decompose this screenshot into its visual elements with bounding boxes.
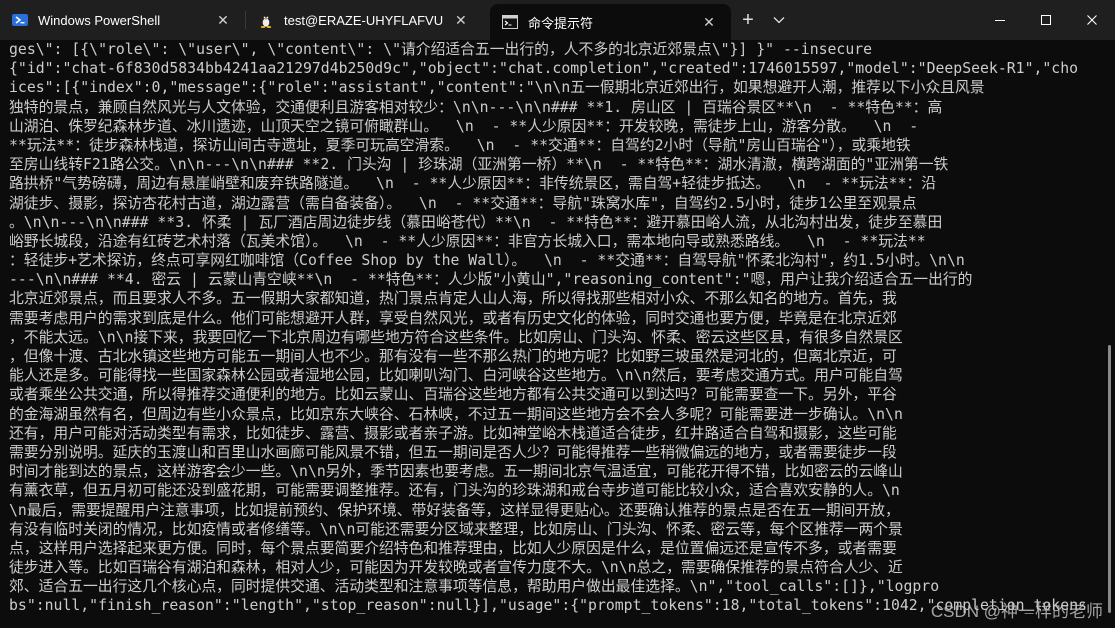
- terminal-line: 的金海湖虽然有名，但周边有些小众景点，比如京东大峡谷、石林峡，不过五一期间这些地…: [9, 405, 903, 423]
- terminal-line: {"id":"chat-6f830d5834bb4241aa21297d4b25…: [9, 60, 1079, 78]
- terminal-line: 徒步进入等。比如百瑞谷有湖泊和森林，相对人少，可能因为开发较晚或者宣传力度不大。…: [9, 559, 903, 577]
- terminal-line: 或者乘坐公共交通，所以得推荐交通便利的地方。比如云蒙山、百瑞谷这些地方都有公共交…: [9, 386, 897, 404]
- minimize-icon: [995, 20, 1005, 21]
- tab-linux-shell[interactable]: test@ERAZE-UHYFLAFVU: ~ ✕: [246, 0, 482, 40]
- close-icon[interactable]: ✕: [452, 10, 470, 30]
- close-icon: [1087, 15, 1097, 25]
- terminal-line: 需要分别说明。延庆的玉渡山和百里山水画廊可能风景不错，但五一期间是否人少？可能得…: [9, 443, 897, 461]
- terminal-line: 郊、适合五一出行这几个核心点，同时提供交通、活动类型和注意事项等信息，帮助用户做…: [9, 578, 940, 596]
- terminal-line: 路拱桥"气势磅礴，周边有悬崖峭壁和废弃铁路隧道。 \n - **人少原因**：非…: [9, 175, 937, 193]
- terminal-line: 独特的景点，兼顾自然风光与人文体验，交通便利且游客相对较少：\n\n---\n\…: [9, 98, 943, 116]
- terminal-line: 有没有临时关闭的情况，比如疫情或者修缮等。\n\n可能还需要分区域来整理，比如房…: [9, 520, 903, 538]
- terminal-line: 北京近郊景点，而且要求人不多。五一假期大家都知道，热门景点肯定人山人海，所以得找…: [9, 290, 897, 308]
- tab-command-prompt[interactable]: 命令提示符 ✕: [490, 4, 731, 40]
- powershell-icon: [12, 12, 28, 28]
- scrollbar-thumb[interactable]: [1108, 345, 1111, 613]
- close-icon[interactable]: ✕: [699, 12, 719, 32]
- terminal-line: 时间才能到达的景点，这样游客会少一些。\n\n另外，季节因素也要考虑。五一期间北…: [9, 463, 903, 481]
- maximize-icon: [1041, 15, 1051, 25]
- close-icon[interactable]: ✕: [213, 10, 233, 30]
- terminal-line: 需要考虑用户的需求到底是什么。他们可能想避开人群，享受自然风光，或者有历史文化的…: [9, 309, 897, 327]
- close-window-button[interactable]: [1069, 0, 1115, 40]
- tab-label: 命令提示符: [528, 15, 594, 31]
- tab-label: Windows PowerShell: [38, 12, 161, 28]
- terminal-line: ，但像十渡、古北水镇这些地方可能五一期间人也不少。那有没有一些不那么热门的地方呢…: [9, 348, 897, 365]
- terminal-output[interactable]: ges\": [{\"role\": \"user\", \"content\"…: [0, 40, 1104, 628]
- watermark: CSDN @神一样的老师: [930, 602, 1103, 621]
- linux-tux-icon: [258, 12, 274, 28]
- terminal-line: 山湖泊、侏罗纪森林步道、冰川遗迹，山顶天空之镜可俯瞰群山。 \n - **人少原…: [9, 117, 919, 135]
- terminal-line: ，不能太远。\n\n接下来，我要回忆一下北京周边有哪些地方符合这些条件。比如房山…: [9, 328, 903, 346]
- terminal-line: 至房山线转F21路公交。\n\n---\n\n### **2. 门头沟 | 珍珠…: [9, 156, 949, 174]
- chevron-down-icon: [773, 17, 785, 24]
- terminal-line: 能人还是多。可能得找一些国家森林公园或者湿地公园，比如喇叭沟门、白河峡谷这些地方…: [9, 367, 903, 385]
- terminal-line: **玩法**：徒步森林栈道，探访山间古寺遗址，夏季可玩高空滑索。 \n - **…: [9, 136, 911, 154]
- tab-windows-powershell[interactable]: Windows PowerShell ✕: [0, 0, 245, 40]
- terminal-line: 峪野长城段，沿途有红砖艺术村落（瓦美术馆）。 \n - **人少原因**：非官方…: [9, 232, 926, 250]
- terminal-line: ges\": [{\"role\": \"user\", \"content\"…: [9, 41, 873, 58]
- terminal-line: 点，这样用户选择起来更方便。同时，每个景点要简要介绍特色和推荐理由，比如人少原因…: [9, 539, 897, 557]
- tab-label: test@ERAZE-UHYFLAFVU: ~: [284, 12, 444, 28]
- terminal-line: 还有，用户可能对活动类型有需求，比如徒步、露营、摄影或者亲子游。比如神堂峪木栈道…: [9, 424, 897, 442]
- cmd-icon: [502, 14, 518, 30]
- terminal-line: ：轻徒步+艺术探访，终点可享网红咖啡馆（Coffee Shop by the W…: [9, 252, 965, 270]
- terminal-line: ices":[{"index":0,"message":{"role":"ass…: [9, 79, 985, 97]
- terminal-line: \n最后，需要提醒用户注意事项，比如提前预约、保护环境、带好装备等，这样显得更贴…: [9, 501, 900, 519]
- maximize-button[interactable]: [1023, 0, 1069, 40]
- window-controls: [977, 0, 1115, 40]
- minimize-button[interactable]: [977, 0, 1023, 40]
- terminal-line: ---\n\n### **4. 密云 | 云蒙山青空峡**\n - **特色**…: [9, 271, 973, 289]
- terminal-line: 。\n\n---\n\n### **3. 怀柔 | 瓦厂酒店周边徒步线（慕田峪苍…: [9, 213, 943, 231]
- tab-dropdown-button[interactable]: [765, 0, 793, 40]
- terminal-line: 有薰衣草，但五月初可能还没到盛花期，可能需要调整推荐。还有，门头沟的珍珠湖和戒台…: [9, 482, 900, 500]
- title-bar: Windows PowerShell ✕ test@ERAZE-UHYFLAFV…: [0, 0, 1115, 40]
- new-tab-button[interactable]: +: [731, 0, 765, 40]
- terminal-line: 湖徒步、摄影，探访杏花村古道，湖边露营（需自备装备）。 \n - **交通**：…: [9, 194, 917, 212]
